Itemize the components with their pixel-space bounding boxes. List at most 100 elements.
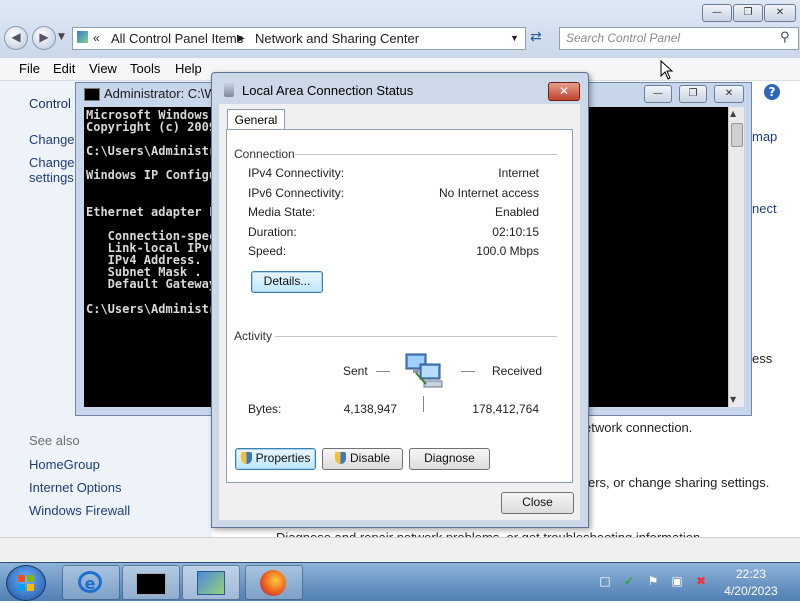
- received-line: [461, 371, 475, 372]
- bytes-sent-value: 4,138,947: [343, 402, 397, 416]
- change-sharing-link-cont[interactable]: settings: [29, 170, 74, 185]
- firefox-icon: [260, 570, 286, 596]
- speed-label: Speed:: [248, 244, 287, 258]
- breadcrumb-item[interactable]: Network and Sharing Center: [255, 31, 419, 46]
- clock-date[interactable]: 4/20/2023: [718, 584, 784, 598]
- taskbar-cmd[interactable]: [122, 565, 180, 600]
- ipv6-value: No Internet access: [438, 186, 539, 200]
- taskbar-ie[interactable]: e: [62, 565, 120, 600]
- breadcrumb-item[interactable]: All Control Panel Items: [111, 31, 243, 46]
- action-center-icon[interactable]: ✔: [622, 574, 636, 588]
- chevron-icon: «: [93, 31, 100, 45]
- search-input[interactable]: Search Control Panel ⚲: [559, 27, 799, 50]
- connection-heading: Connection: [234, 147, 295, 161]
- refresh-icon[interactable]: ⇄: [530, 29, 542, 45]
- dialog-title: Local Area Connection Status: [242, 83, 414, 98]
- taskbar-firefox[interactable]: [245, 565, 303, 600]
- description-text: etwork connection.: [584, 420, 693, 435]
- speed-value: 100.0 Mbps: [476, 244, 539, 258]
- control-panel-icon: [77, 31, 88, 43]
- close-dialog-button[interactable]: Close: [501, 492, 574, 514]
- sent-line: [376, 371, 390, 372]
- tab-general[interactable]: General: [227, 109, 285, 131]
- flag-icon[interactable]: ⚑: [646, 574, 660, 588]
- search-icon[interactable]: ⚲: [780, 30, 790, 45]
- divider: [275, 336, 557, 337]
- network-icon[interactable]: ▣: [670, 574, 684, 588]
- menu-edit[interactable]: Edit: [53, 61, 75, 76]
- bytes-label: Bytes:: [248, 402, 282, 416]
- help-icon[interactable]: ?: [764, 84, 780, 100]
- taskbar-control-panel[interactable]: [182, 565, 240, 600]
- duration-value: 02:10:15: [492, 225, 539, 239]
- see-also-heading: See also: [29, 433, 80, 448]
- close-button[interactable]: ✕: [714, 85, 744, 103]
- diagnose-button[interactable]: Diagnose: [409, 448, 490, 470]
- clock-time[interactable]: 22:23: [726, 567, 776, 581]
- properties-button[interactable]: Properties: [235, 448, 316, 470]
- disable-button-label: Disable: [349, 451, 391, 465]
- uac-shield-icon: [334, 452, 346, 464]
- ipv4-value: Internet: [498, 166, 539, 180]
- control-panel-icon: [197, 571, 225, 595]
- menu-view[interactable]: View: [89, 61, 117, 76]
- chevron-right-icon[interactable]: ▶: [237, 33, 245, 44]
- details-button[interactable]: Details...: [251, 271, 323, 293]
- duration-label: Duration:: [248, 225, 297, 239]
- volume-muted-icon[interactable]: ✖: [694, 574, 708, 588]
- sent-label: Sent: [343, 364, 368, 378]
- forward-button[interactable]: ▶: [32, 26, 56, 50]
- windows-firewall-link[interactable]: Windows Firewall: [29, 503, 130, 518]
- scrollbar[interactable]: ▲ ▼: [728, 107, 744, 407]
- search-placeholder: Search Control Panel: [566, 31, 681, 45]
- minimize-button[interactable]: —: [644, 85, 672, 103]
- mouse-cursor: [660, 59, 674, 83]
- scroll-thumb[interactable]: [731, 123, 743, 147]
- internet-options-link[interactable]: Internet Options: [29, 480, 122, 495]
- disable-button[interactable]: Disable: [322, 448, 403, 470]
- taskbar: e □ ✔ ⚑ ▣ ✖ 22:23 4/20/2023: [0, 562, 800, 601]
- start-button[interactable]: [6, 565, 46, 601]
- scroll-up-icon[interactable]: ▲: [730, 109, 736, 118]
- back-button[interactable]: ◀: [4, 26, 28, 50]
- close-button[interactable]: ✕: [764, 4, 796, 22]
- maximize-button[interactable]: ❐: [733, 4, 763, 22]
- connection-status-dialog: Local Area Connection Status ✕ General C…: [211, 72, 589, 528]
- maximize-button[interactable]: ❐: [679, 85, 707, 103]
- homegroup-link[interactable]: HomeGroup: [29, 457, 100, 472]
- tab-page: Connection IPv4 Connectivity: Internet I…: [226, 129, 573, 483]
- status-bar: [0, 537, 800, 563]
- address-bar[interactable]: « All Control Panel Items ▶ Network and …: [72, 27, 526, 50]
- cmd-icon: [84, 88, 100, 101]
- ipv6-label: IPv6 Connectivity:: [248, 186, 345, 200]
- see-full-map-link[interactable]: map: [752, 129, 777, 144]
- network-adapter-icon: [224, 83, 234, 97]
- window-frame: — ❐ ✕ ◀ ▶ ▼ « All Control Panel Items ▶ …: [0, 0, 800, 58]
- bytes-received-value: 178,412,764: [472, 402, 539, 416]
- media-state-value: Enabled: [494, 205, 539, 219]
- divider: [295, 154, 557, 155]
- ipv4-label: IPv4 Connectivity:: [248, 166, 345, 180]
- activity-heading: Activity: [234, 329, 273, 343]
- media-state-label: Media State:: [248, 205, 316, 219]
- minimize-button[interactable]: —: [702, 4, 732, 22]
- received-label: Received: [492, 364, 543, 378]
- menu-file[interactable]: File: [19, 61, 40, 76]
- bytes-divider: [423, 396, 424, 412]
- internet-explorer-icon: e: [78, 571, 102, 593]
- properties-button-label: Properties: [255, 451, 311, 465]
- notification-icon[interactable]: □: [598, 574, 612, 588]
- description-text: ers, or change sharing settings.: [588, 475, 770, 490]
- dialog-body: General Connection IPv4 Connectivity: In…: [219, 104, 580, 520]
- connect-link[interactable]: nect: [752, 201, 777, 216]
- scroll-down-icon[interactable]: ▼: [730, 395, 736, 404]
- menu-tools[interactable]: Tools: [130, 61, 160, 76]
- chevron-down-icon[interactable]: ▼: [510, 33, 519, 43]
- uac-shield-icon: [240, 452, 252, 464]
- recent-pages-icon[interactable]: ▼: [58, 32, 65, 42]
- menu-help[interactable]: Help: [175, 61, 202, 76]
- dialog-close-button[interactable]: ✕: [548, 82, 580, 101]
- description-text: ess: [752, 351, 773, 366]
- cmd-icon: [136, 573, 166, 595]
- network-computers-icon: [404, 352, 448, 392]
